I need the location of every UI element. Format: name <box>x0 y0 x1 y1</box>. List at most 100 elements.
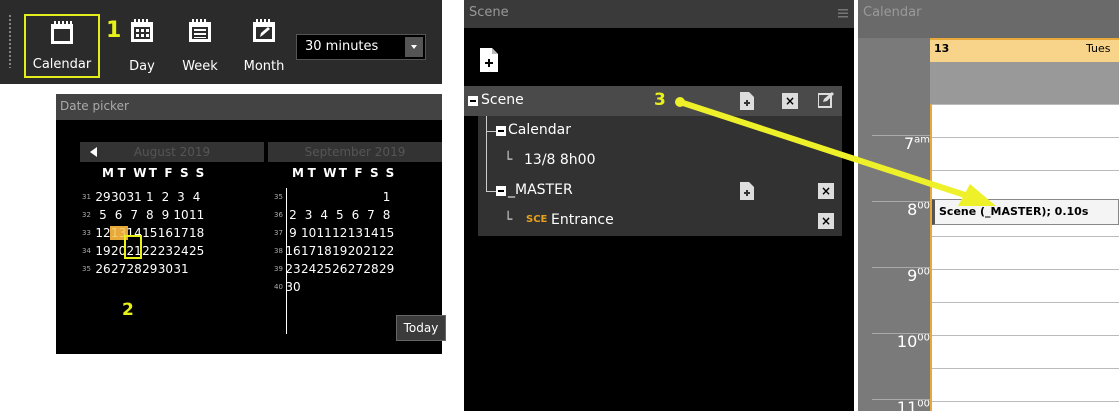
hour-gridline <box>932 104 1119 105</box>
calendar-panel-header: Calendar <box>858 0 1119 38</box>
month-view-button[interactable]: Month <box>236 14 292 78</box>
hour-gridline <box>932 170 1119 171</box>
scene-panel-header: Scene <box>464 0 854 28</box>
weekday-label: T <box>338 166 347 180</box>
day-number: 13 <box>934 42 950 55</box>
calendar-event-label: Scene (_MASTER); 0.10s <box>939 205 1089 218</box>
tree-line <box>486 131 496 132</box>
tree-item-calendar-entry[interactable]: └ 13/8 8h00 <box>478 146 842 176</box>
week-number: 36 <box>274 211 283 219</box>
weekday-label: F <box>354 166 363 180</box>
weekday-label: M <box>292 166 304 180</box>
hour-label-8: 800 <box>907 200 930 219</box>
weekday-label: S <box>370 166 379 180</box>
tree-item-entrance[interactable]: └ SCE Entrance × <box>478 206 842 236</box>
hour-gridline <box>932 269 1119 270</box>
tree-item-calendar[interactable]: Calendar <box>478 116 842 146</box>
new-scene-icon[interactable] <box>480 48 498 72</box>
week-number: 33 <box>82 229 91 237</box>
tree-item-entrance-label: Entrance <box>551 212 614 228</box>
hour-labels: 7am 800 900 1000 1100 <box>872 104 930 417</box>
hour-gridline <box>932 368 1119 369</box>
week-number: 35 <box>82 265 91 273</box>
selected-day-highlight <box>124 235 142 259</box>
day-cell[interactable]: 15 <box>378 226 396 240</box>
day-cell[interactable]: 30 <box>284 280 302 294</box>
tree-item-master[interactable]: _MASTER × <box>478 176 842 206</box>
day-cell[interactable]: 18 <box>188 226 206 240</box>
weekday-label: S <box>195 166 205 180</box>
collapse-icon[interactable] <box>468 96 478 106</box>
hour-label-10: 1000 <box>896 332 930 351</box>
weekday-label: M <box>102 166 114 180</box>
scene-panel: Scene Scene 3 × Calendar └ 13/8 8h00 _MA… <box>464 0 854 411</box>
day-cell[interactable]: 4 <box>188 190 206 204</box>
delete-icon[interactable]: × <box>782 93 798 109</box>
day-cell[interactable]: 11 <box>188 208 206 222</box>
calendar-panel-title: Calendar <box>863 5 922 20</box>
edit-icon[interactable] <box>818 92 834 108</box>
calendar-event[interactable]: Scene (_MASTER); 0.10s <box>932 199 1119 225</box>
week-view-button[interactable]: Week <box>174 14 226 78</box>
panel-menu-icon[interactable] <box>838 8 848 18</box>
hour-gridline <box>932 335 1119 336</box>
scene-panel-title: Scene <box>469 5 509 20</box>
week-number: 38 <box>274 247 283 255</box>
week-view-label: Week <box>182 59 218 74</box>
toolbar-grip[interactable] <box>8 14 12 68</box>
week-number: 37 <box>274 229 283 237</box>
weekday-label: T <box>307 166 316 180</box>
delete-icon[interactable]: × <box>818 213 834 229</box>
today-label: Today <box>403 321 439 335</box>
day-view-button[interactable]: Day <box>120 14 164 78</box>
scene-badge: SCE <box>526 214 548 225</box>
week-number: 31 <box>82 193 91 201</box>
week-icon <box>189 19 211 42</box>
weekday-label: S <box>180 166 189 180</box>
add-icon[interactable] <box>740 92 754 110</box>
day-cell[interactable]: 31 <box>172 262 190 276</box>
day-column-header[interactable]: 13 Tues <box>930 38 1119 62</box>
day-icon <box>131 19 153 42</box>
day-cell[interactable]: 25 <box>188 244 206 258</box>
day-cell[interactable]: 22 <box>378 244 396 258</box>
month-label-september: September 2019 <box>304 145 406 159</box>
day-grid[interactable] <box>930 104 1119 411</box>
day-name: Tues <box>1086 42 1111 55</box>
hour-gridline <box>932 401 1119 402</box>
tree-branch-glyph: └ <box>504 152 513 168</box>
hour-label-11: 1100 <box>896 398 930 417</box>
toolbar: Calendar 1 Day Week Month 30 minutes <box>0 0 442 84</box>
tree-item-scene[interactable]: Scene 3 × <box>464 86 842 116</box>
tree-line <box>486 191 496 192</box>
tree-item-calendar-entry-label: 13/8 8h00 <box>524 152 596 168</box>
calendar-view-button[interactable]: Calendar <box>24 14 100 78</box>
day-cell[interactable]: 29 <box>378 262 396 276</box>
hour-gridline <box>932 137 1119 138</box>
month-header-september: September 2019 <box>268 142 442 162</box>
week-number: 39 <box>274 265 283 273</box>
interval-select[interactable]: 30 minutes <box>296 34 426 60</box>
day-cell[interactable]: 8 <box>378 208 396 222</box>
hour-tick <box>872 267 930 268</box>
calendar-icon <box>51 21 73 44</box>
collapse-icon[interactable] <box>496 126 506 136</box>
add-icon[interactable] <box>740 182 754 200</box>
day-view-label: Day <box>129 59 155 74</box>
weekday-label: T <box>148 166 157 180</box>
chevron-down-icon[interactable] <box>405 37 423 57</box>
day-cell[interactable]: 1 <box>378 190 396 204</box>
tree-item-scene-label: Scene <box>481 92 524 108</box>
weekday-label: W <box>133 166 147 180</box>
week-number: 34 <box>82 247 91 255</box>
collapse-icon[interactable] <box>496 186 506 196</box>
today-button[interactable]: Today <box>396 315 446 341</box>
hour-label-9: 900 <box>907 266 930 285</box>
annotation-3: 3 <box>654 90 666 110</box>
month-header-august: August 2019 <box>80 142 264 162</box>
all-day-area[interactable] <box>930 62 1119 104</box>
month-label-august: August 2019 <box>133 145 211 159</box>
tree-branch-glyph: └ <box>504 212 513 228</box>
week-number: 40 <box>274 283 283 291</box>
delete-icon[interactable]: × <box>818 183 834 199</box>
